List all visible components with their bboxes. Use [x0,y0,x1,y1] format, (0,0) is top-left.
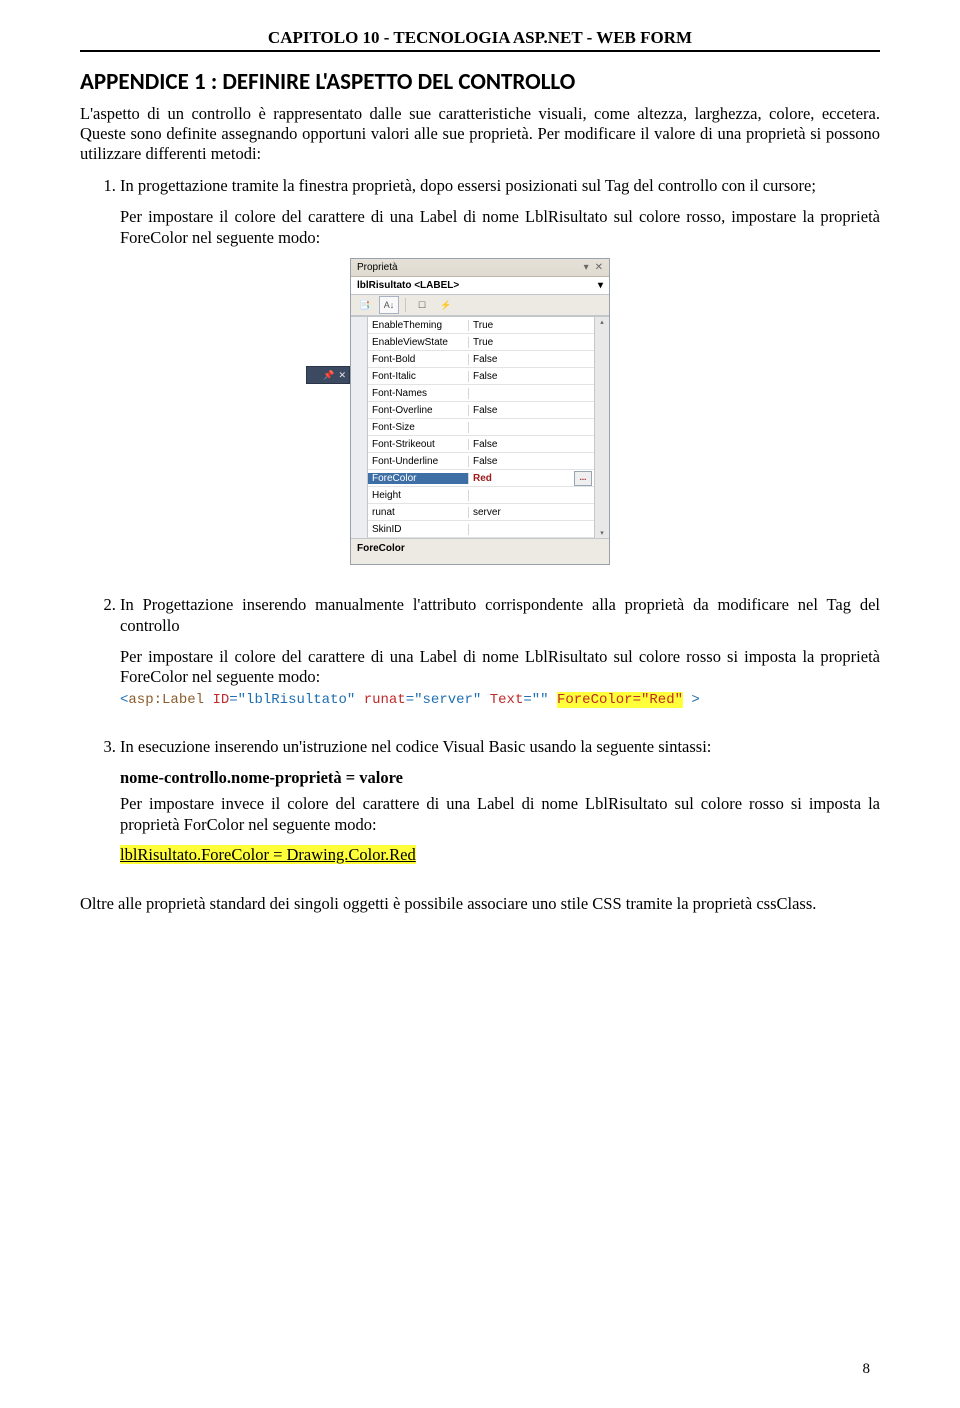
pin-icon: 📌 [323,370,334,381]
property-name: Font-Bold [368,354,469,365]
closing-paragraph: Oltre alle proprietà standard dei singol… [80,894,880,914]
grid-gutter [351,317,368,538]
close-icon[interactable]: ✕ [595,262,603,273]
property-value[interactable]: server [469,507,594,518]
property-row[interactable]: Font-OverlineFalse [368,402,594,419]
property-value[interactable]: Red ... [469,471,594,486]
property-row[interactable]: runatserver [368,504,594,521]
property-row[interactable]: Font-Size [368,419,594,436]
panel-title-label: Proprietà [357,262,398,273]
divider [80,50,880,52]
properties-panel-figure: 📌 ✕ Proprietà ▾ ✕ lblRisultato <LABEL> ▾… [350,258,610,565]
property-value[interactable]: False [469,456,594,467]
categorize-button[interactable]: 📑 [355,296,375,314]
properties-tab-button[interactable]: ☐ [412,296,432,314]
scroll-down-icon[interactable]: ▾ [600,529,604,537]
property-row-selected[interactable]: ForeColor Red ... [368,470,594,487]
method-list-3: In esecuzione inserendo un'istruzione ne… [80,737,880,758]
alpha-sort-button[interactable]: A↓ [379,296,399,314]
property-value[interactable]: False [469,354,594,365]
object-name: lblRisultato <LABEL> [357,280,459,291]
property-name: Font-Strikeout [368,439,469,450]
page-number: 8 [863,1361,871,1378]
property-value[interactable]: True [469,337,594,348]
properties-panel: Proprietà ▾ ✕ lblRisultato <LABEL> ▾ 📑 A… [350,258,610,565]
method-2-example: Per impostare il colore del carattere di… [120,647,880,710]
property-row[interactable]: Font-ItalicFalse [368,368,594,385]
property-name: Height [368,490,469,501]
property-grid: EnableThemingTrue EnableViewStateTrue Fo… [351,316,609,538]
property-row[interactable]: Font-BoldFalse [368,351,594,368]
method-list: In progettazione tramite la finestra pro… [80,176,880,197]
property-row[interactable]: Font-UnderlineFalse [368,453,594,470]
method-list-2: In Progettazione inserendo manualmente l… [80,595,880,636]
chevron-down-icon: ▾ [598,280,603,291]
help-pane: ForeColor [351,538,609,564]
vb-code: lblRisultato.ForeColor = Drawing.Color.R… [120,845,416,864]
syntax-line: nome-controllo.nome-proprietà = valore [120,768,880,788]
property-name: EnableTheming [368,320,469,331]
ellipsis-button[interactable]: ... [574,471,592,486]
asp-code: <asp:Label ID="lblRisultato" runat="serv… [120,692,700,708]
scrollbar[interactable]: ▴ ▾ [594,317,609,538]
method-1-example: Per impostare il colore del carattere di… [120,207,880,248]
property-name: Font-Italic [368,371,469,382]
appendix-title: APPENDICE 1 : DEFINIRE L'ASPETTO DEL CON… [80,68,880,96]
intro-paragraph: L'aspetto di un controllo è rappresentat… [80,104,880,164]
panel-titlebar: Proprietà ▾ ✕ [351,259,609,277]
method-1-text: In progettazione tramite la finestra pro… [120,176,816,195]
events-tab-button[interactable]: ⚡ [436,296,456,314]
forecolor-value: Red [473,473,492,484]
property-value[interactable]: False [469,405,594,416]
method-2-text: In Progettazione inserendo manualmente l… [120,595,880,635]
method-3-example: Per impostare invece il colore del carat… [120,794,880,835]
property-value[interactable]: True [469,320,594,331]
chapter-header: CAPITOLO 10 - TECNOLOGIA ASP.NET - WEB F… [80,28,880,48]
object-selector[interactable]: lblRisultato <LABEL> ▾ [351,277,609,295]
method-2: In Progettazione inserendo manualmente l… [120,595,880,636]
property-name: Font-Underline [368,456,469,467]
property-row[interactable]: Height [368,487,594,504]
property-value[interactable]: False [469,439,594,450]
property-name: runat [368,507,469,518]
scroll-up-icon[interactable]: ▴ [600,318,604,326]
panel-toolbar: 📑 A↓ ☐ ⚡ [351,295,609,316]
property-row[interactable]: Font-StrikeoutFalse [368,436,594,453]
toolbar-separator [405,298,406,312]
property-name: ForeColor [368,473,469,484]
property-row[interactable]: EnableThemingTrue [368,317,594,334]
method-1: In progettazione tramite la finestra pro… [120,176,880,197]
forecolor-attr: ForeColor="Red" [557,692,683,708]
method-3-text: In esecuzione inserendo un'istruzione ne… [120,737,711,756]
property-row[interactable]: SkinID [368,521,594,538]
property-row[interactable]: Font-Names [368,385,594,402]
method-3: In esecuzione inserendo un'istruzione ne… [120,737,880,758]
property-name: SkinID [368,524,469,535]
property-name: EnableViewState [368,337,469,348]
pin-icon[interactable]: ▾ [584,262,589,273]
grid-rows: EnableThemingTrue EnableViewStateTrue Fo… [368,317,594,538]
property-name: Font-Overline [368,405,469,416]
property-value[interactable]: False [469,371,594,382]
close-icon: ✕ [338,370,346,381]
property-name: Font-Size [368,422,469,433]
property-name: Font-Names [368,388,469,399]
vb-code-line: lblRisultato.ForeColor = Drawing.Color.R… [120,845,880,866]
side-tab: 📌 ✕ [306,366,350,384]
property-row[interactable]: EnableViewStateTrue [368,334,594,351]
